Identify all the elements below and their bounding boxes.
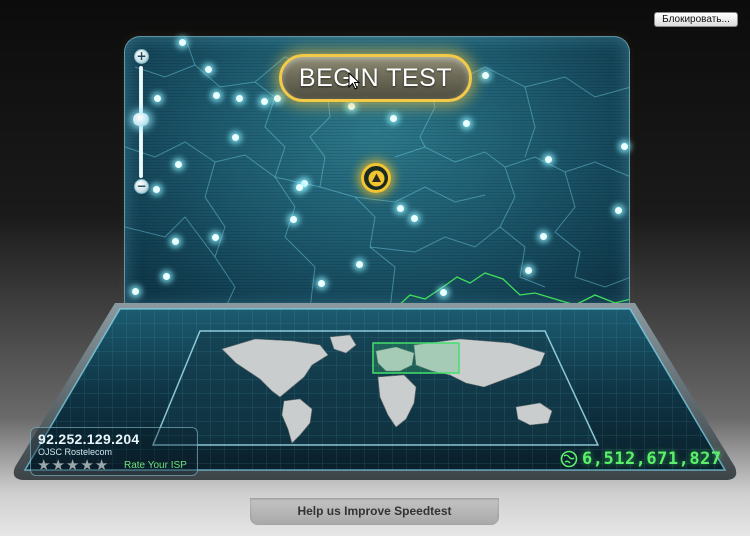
triangle-up-icon [368,170,385,187]
server-dot[interactable] [212,234,219,241]
tests-counter: 6,512,671,827 [560,448,722,470]
server-dot[interactable] [172,238,179,245]
zoom-slider-handle[interactable] [133,113,149,126]
server-dot[interactable] [163,273,170,280]
server-dot[interactable] [213,92,220,99]
server-dot[interactable] [545,156,552,163]
server-dot[interactable] [236,95,243,102]
server-dot[interactable] [411,215,418,222]
server-dot[interactable] [318,280,325,287]
ip-address: 92.252.129.204 [38,431,140,447]
server-dot[interactable] [463,120,470,127]
server-dot[interactable] [621,143,628,150]
server-dot[interactable] [154,95,161,102]
zoom-out-button[interactable]: − [134,179,149,194]
mouse-cursor-icon [348,72,360,90]
star-icon[interactable]: ★ [95,458,108,473]
server-dot[interactable] [540,233,547,240]
help-improve-button[interactable]: Help us Improve Speedtest [250,498,499,525]
server-dot[interactable] [290,216,297,223]
server-dot[interactable] [179,39,186,46]
zoom-in-button[interactable]: + [134,49,149,64]
star-icon[interactable]: ★ [80,458,93,473]
star-icon[interactable]: ★ [37,458,50,473]
selected-server-pin[interactable] [361,163,391,193]
isp-rating-stars[interactable]: ★ ★ ★ ★ ★ [37,458,108,473]
world-map [221,334,553,444]
server-dot[interactable] [274,95,281,102]
globe-icon [560,450,578,468]
star-icon[interactable]: ★ [51,458,64,473]
block-plugin-button[interactable]: Блокировать... [654,12,738,27]
star-icon[interactable]: ★ [66,458,79,473]
server-dot[interactable] [175,161,182,168]
server-dot[interactable] [232,134,239,141]
server-dot[interactable] [348,103,355,110]
server-dot[interactable] [205,66,212,73]
server-dot[interactable] [397,205,404,212]
server-dot[interactable] [482,72,489,79]
server-dot[interactable] [296,184,303,191]
server-dot[interactable] [525,267,532,274]
server-dot[interactable] [261,98,268,105]
begin-test-button[interactable]: BEGIN TEST [279,54,472,102]
server-dot[interactable] [356,261,363,268]
server-dot[interactable] [153,186,160,193]
server-dot[interactable] [390,115,397,122]
server-dot[interactable] [615,207,622,214]
tests-count-value: 6,512,671,827 [582,449,722,469]
server-dot[interactable] [132,288,139,295]
rate-isp-link[interactable]: Rate Your ISP [124,460,187,471]
